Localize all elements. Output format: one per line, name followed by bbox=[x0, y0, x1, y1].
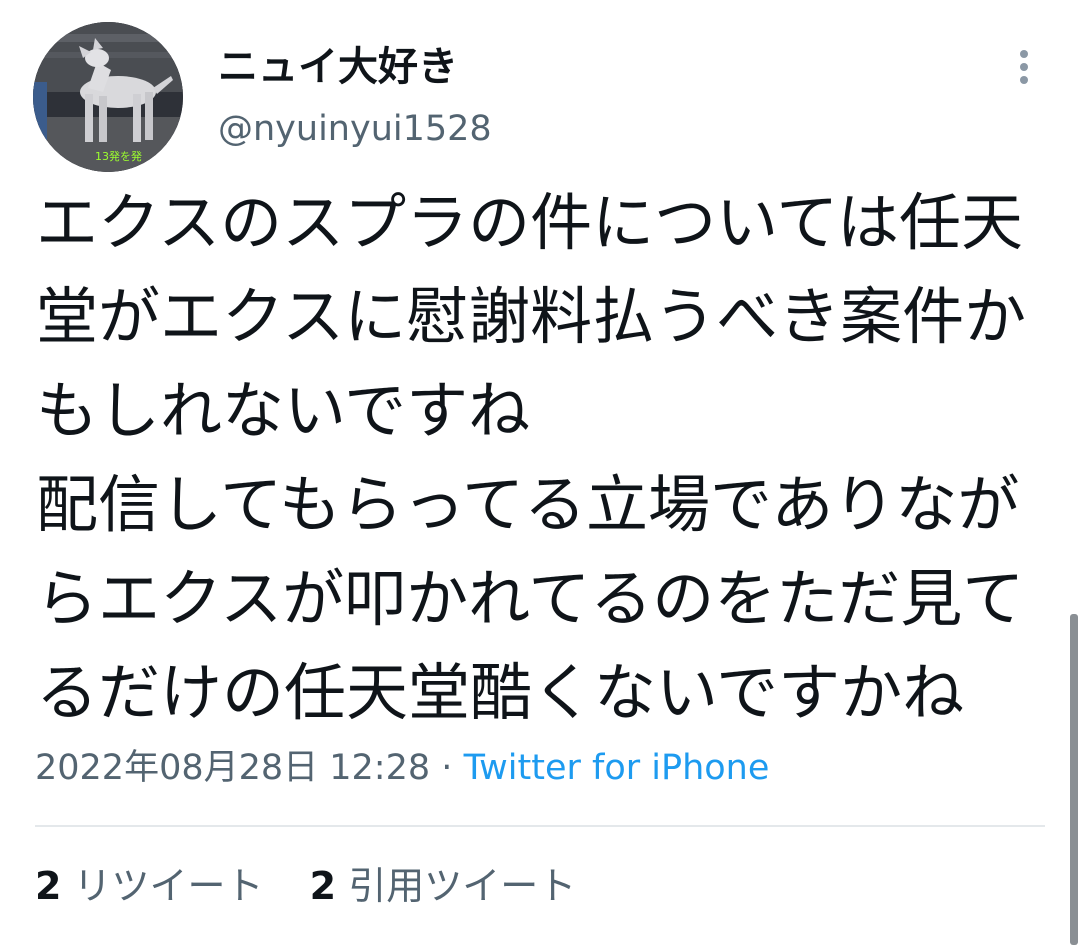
tweet-text: エクスのスプラの件については任天 堂がエクスに慰謝料払うべき案件か もしれないで… bbox=[36, 176, 1036, 740]
avatar-caption: 13発を発 bbox=[95, 149, 142, 163]
quote-label: 引用ツイート bbox=[348, 864, 577, 908]
retweet-label: リツイート bbox=[73, 864, 264, 908]
more-options-button[interactable] bbox=[1006, 44, 1042, 90]
meta-separator: · bbox=[441, 748, 453, 788]
quote-count: 2 bbox=[309, 864, 337, 908]
avatar[interactable]: 13発を発 bbox=[33, 22, 183, 172]
tweet-meta: 2022年08月28日 12:28 · Twitter for iPhone bbox=[35, 744, 769, 792]
tweet-line: らエクスが叩かれてるのをただ見て bbox=[36, 562, 1025, 635]
divider bbox=[35, 825, 1045, 827]
retweet-count: 2 bbox=[35, 864, 62, 908]
user-handle[interactable]: @nyuinyui1528 bbox=[218, 105, 492, 153]
tweet-stats: 2 リツイート 2 引用ツイート bbox=[35, 860, 576, 912]
tweet-line: エクスのスプラの件については任天 bbox=[36, 186, 1024, 259]
tweet-line: 配信してもらってる立場でありなが bbox=[36, 468, 1020, 541]
tweet-line: もしれないですね bbox=[36, 374, 531, 447]
dog-avatar-image: 13発を発 bbox=[33, 22, 183, 172]
tweet-source-link[interactable]: Twitter for iPhone bbox=[464, 748, 770, 788]
tweet-line: るだけの任天堂酷くないですかね bbox=[36, 656, 965, 729]
tweet-timestamp[interactable]: 2022年08月28日 12:28 bbox=[35, 748, 430, 788]
display-name[interactable]: ニュイ大好き bbox=[218, 40, 458, 94]
tweet-line: 堂がエクスに慰謝料払うべき案件か bbox=[36, 280, 1027, 353]
quote-tweets-stat[interactable]: 2 引用ツイート bbox=[310, 860, 577, 912]
retweets-stat[interactable]: 2 リツイート bbox=[35, 860, 264, 912]
scrollbar[interactable] bbox=[1070, 614, 1078, 945]
